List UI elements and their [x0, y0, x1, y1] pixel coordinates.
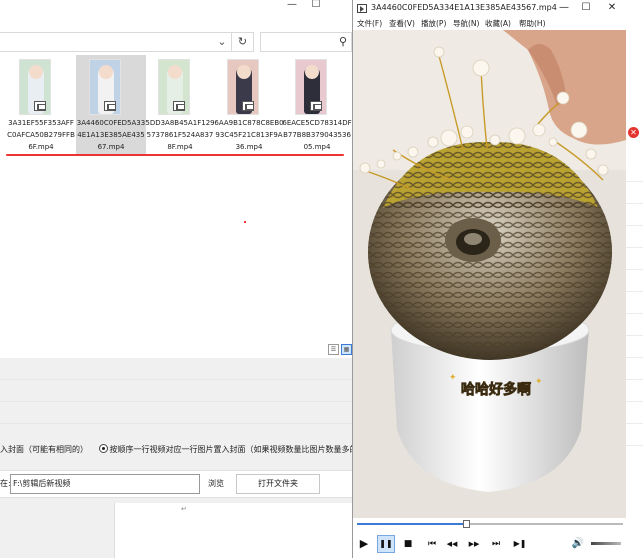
open-folder-button[interactable]: 打开文件夹	[236, 474, 320, 494]
maximize-button[interactable]: ☐	[575, 1, 597, 15]
close-error-icon[interactable]: ✕	[628, 127, 639, 138]
chevron-down-icon[interactable]: ⌄	[215, 33, 229, 51]
option-label-partial[interactable]: 入封面（可能有相同的）	[0, 445, 88, 454]
player-menu-bar: 文件(F) 查看(V) 播放(P) 导航(N) 收藏(A) 帮助(H)	[353, 17, 627, 30]
red-annotation-underline	[6, 154, 344, 156]
playback-controls: ▶ ❚❚ ■ ⏮ ◀◀ ▶▶ ⏭ ▶❚ 🔊	[353, 530, 627, 558]
previous-icon[interactable]: ⏮	[423, 535, 441, 553]
menu-help[interactable]: 帮助(H)	[519, 18, 546, 29]
file-item[interactable]: 6AA9B1C878C8EB093C45F21C813F9A36.mp4	[214, 55, 284, 155]
video-file-icon	[104, 101, 116, 111]
thumbnail-view-icon[interactable]: ▦	[341, 344, 352, 355]
video-file-icon	[242, 101, 254, 111]
player-title: 3A4460C0FED5A334E1A13E385AE43567.mp4	[371, 3, 557, 12]
refresh-icon[interactable]: ↻	[232, 32, 254, 52]
file-name: 3A31EF55F353AFFC0AFCA50B279FFB6F.mp4	[7, 119, 75, 151]
empty-list-area	[0, 358, 352, 438]
volume-slider[interactable]	[591, 542, 621, 545]
play-icon[interactable]: ▶	[355, 535, 373, 553]
video-file-icon	[310, 101, 322, 111]
file-item-selected[interactable]: 3A4460C0FED5A334E1A13E385AE43567.mp4	[76, 55, 146, 155]
menu-file[interactable]: 文件(F)	[357, 18, 382, 29]
menu-favorites[interactable]: 收藏(A)	[485, 18, 511, 29]
pufferfish-video-image: 哈哈好多啊 ✦ ✦	[353, 30, 626, 518]
next-icon[interactable]: ⏭	[487, 535, 505, 553]
output-path-field[interactable]: F:\剪辑后新视频	[10, 474, 200, 494]
media-player-window: 3A4460C0FED5A334E1A13E385AE43567.mp4 — ☐…	[352, 0, 627, 558]
video-frame[interactable]: 哈哈好多啊 ✦ ✦	[353, 30, 626, 518]
red-annotation-dot	[244, 221, 246, 223]
save-path-row: 在: F:\剪辑后新视频 浏览 打开文件夹	[0, 470, 352, 498]
bottom-text-pane: ↵	[114, 503, 352, 558]
seek-bar[interactable]	[353, 518, 627, 530]
fast-forward-icon[interactable]: ▶▶	[465, 535, 483, 553]
seek-progress	[357, 523, 467, 525]
radio-selected-icon[interactable]	[98, 444, 108, 453]
details-view-icon[interactable]: ☰	[328, 344, 339, 355]
stop-icon[interactable]: ■	[399, 535, 417, 553]
return-mark-icon: ↵	[181, 505, 187, 513]
maximize-button[interactable]: ☐	[302, 0, 330, 12]
file-name: 6AA9B1C878C8EB093C45F21C813F9A36.mp4	[214, 119, 284, 151]
cover-options-row: 入封面（可能有相同的） 按顺序一行视频对应一行图片置入封面（如果视频数量比图片数…	[0, 442, 352, 458]
option-label-ordered[interactable]: 按顺序一行视频对应一行图片置入封面（如果视频数量比图片数量多的话，多出	[110, 445, 352, 454]
video-caption: 哈哈好多啊	[461, 381, 531, 398]
file-item[interactable]: 3A31EF55F353AFFC0AFCA50B279FFB6F.mp4	[6, 55, 76, 155]
close-button[interactable]: ✕	[601, 1, 623, 15]
file-item[interactable]: 5DD3A8B45A1F1295737861F524A8378F.mp4	[145, 55, 215, 155]
file-list: 3A31EF55F353AFFC0AFCA50B279FFB6F.mp4 3A4…	[0, 55, 352, 155]
volume-icon[interactable]: 🔊	[569, 535, 587, 553]
file-name: 5DD3A8B45A1F1295737861F524A8378F.mp4	[145, 119, 215, 151]
tool-app-panel: 入封面（可能有相同的） 按顺序一行视频对应一行图片置入封面（如果视频数量比图片数…	[0, 358, 352, 558]
file-name: 6EACE5CD78314DFB77B8B37904353605.mp4	[282, 119, 352, 151]
video-file-icon	[173, 101, 185, 111]
rewind-icon[interactable]: ◀◀	[443, 535, 461, 553]
menu-navigate[interactable]: 导航(N)	[453, 18, 479, 29]
frame-step-icon[interactable]: ▶❚	[511, 535, 529, 553]
address-bar[interactable]: ⌄	[0, 32, 232, 52]
browse-button[interactable]: 浏览	[204, 476, 228, 492]
file-explorer-window: — ☐ ⌄ ↻ ⚲ 3A31EF55F353AFFC0AFCA50B279FFB…	[0, 0, 352, 358]
player-app-icon	[357, 4, 367, 13]
player-titlebar: 3A4460C0FED5A334E1A13E385AE43567.mp4 — ☐…	[353, 0, 627, 17]
background-list-lines	[626, 160, 643, 460]
search-icon: ⚲	[338, 35, 347, 48]
minimize-button[interactable]: —	[553, 1, 575, 15]
video-file-icon	[34, 101, 46, 111]
svg-text:✦: ✦	[535, 377, 543, 387]
file-name: 3A4460C0FED5A334E1A13E385AE43567.mp4	[76, 119, 146, 151]
menu-view[interactable]: 查看(V)	[389, 18, 415, 29]
address-bar-row: ⌄ ↻ ⚲	[0, 30, 352, 54]
menu-play[interactable]: 播放(P)	[421, 18, 446, 29]
seek-track[interactable]	[357, 520, 623, 528]
file-item[interactable]: 6EACE5CD78314DFB77B8B37904353605.mp4	[282, 55, 352, 155]
pause-icon[interactable]: ❚❚	[377, 535, 395, 553]
seek-thumb[interactable]	[463, 520, 471, 528]
view-mode-switcher: ☰ ▦	[328, 344, 352, 356]
search-input[interactable]: ⚲	[260, 32, 352, 52]
svg-text:✦: ✦	[449, 373, 457, 383]
explorer-titlebar: — ☐	[0, 0, 352, 12]
